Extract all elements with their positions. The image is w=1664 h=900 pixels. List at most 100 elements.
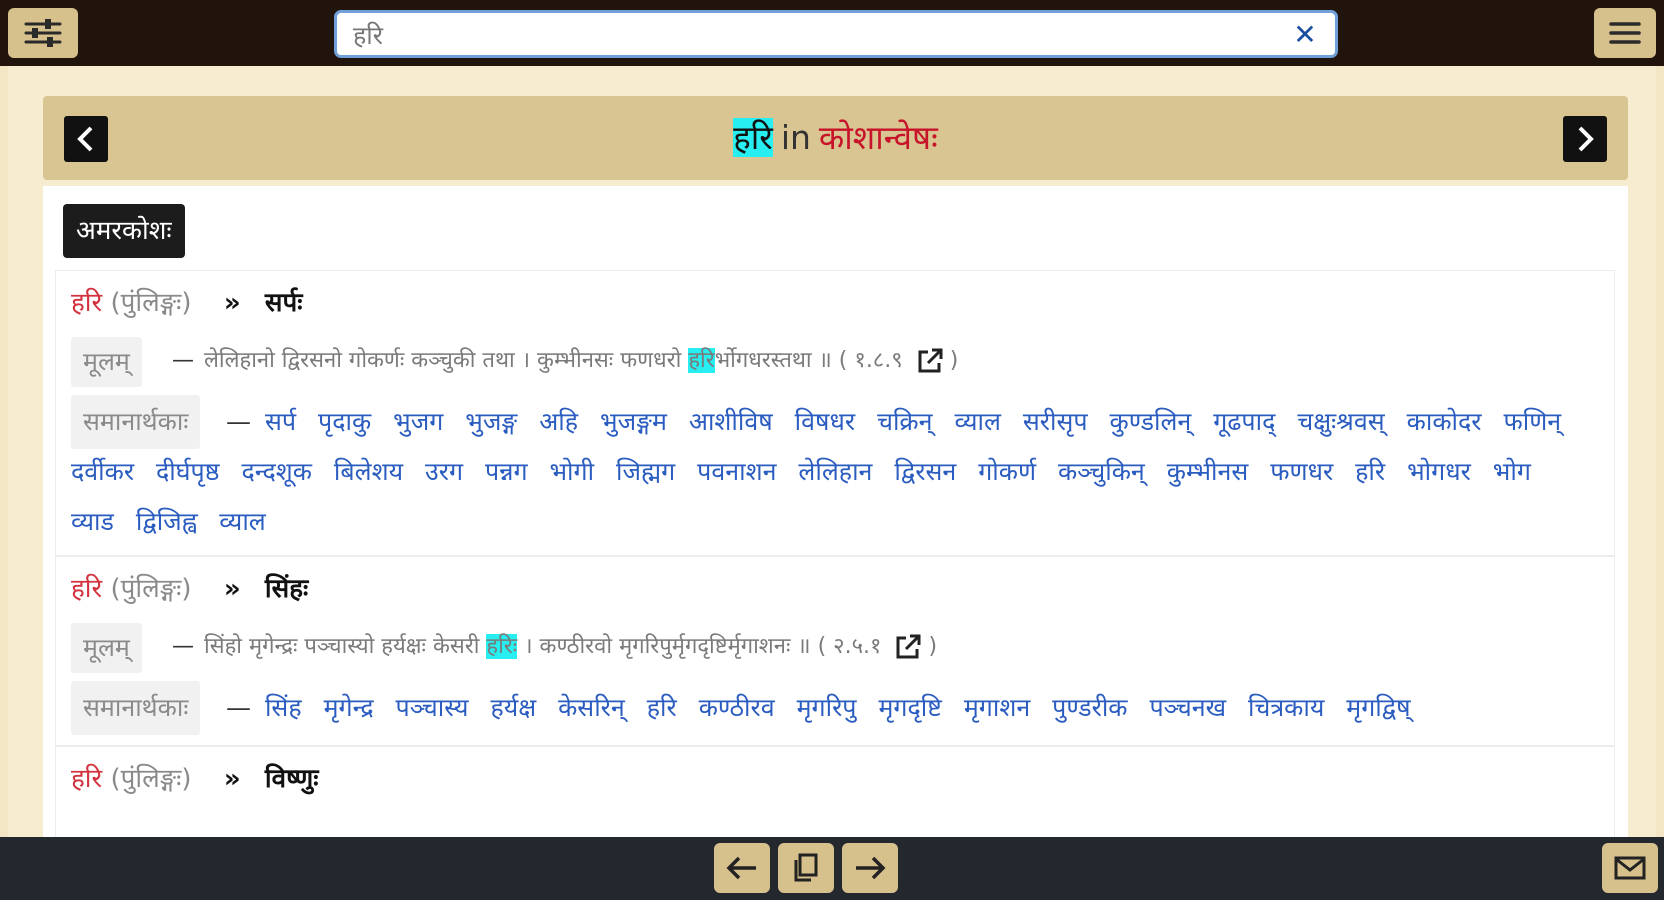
synonym-link[interactable]: मृगदृष्टि xyxy=(878,693,941,722)
synonym-link[interactable]: अहि xyxy=(539,407,578,436)
title-source: कोशान्वेषः xyxy=(818,118,938,157)
synonym-link[interactable]: विषधर xyxy=(795,407,855,436)
arrow-right-icon xyxy=(856,856,886,880)
entry-meaning[interactable]: सिंहः xyxy=(265,574,308,604)
entry-head: हरि (पुंलिङ्गः) » सर्पः xyxy=(71,285,303,321)
synonym-link[interactable]: गोकर्ण xyxy=(978,457,1036,486)
synonym-link[interactable]: भोगधर xyxy=(1407,457,1471,486)
synonym-link[interactable]: कुम्भीनस xyxy=(1167,457,1249,486)
arrows-icon: » xyxy=(223,288,241,318)
synonym-link[interactable]: मृगरिपु xyxy=(797,693,857,722)
synonym-link[interactable]: व्याल xyxy=(954,407,1000,436)
synonym-link[interactable]: जिह्मग xyxy=(616,457,675,486)
synonym-link[interactable]: फणधर xyxy=(1270,457,1333,486)
close-icon[interactable]: ✕ xyxy=(1289,19,1321,51)
entry-gender: (पुंलिङ्गः) xyxy=(110,288,192,318)
entry-gender: (पुंलिङ्गः) xyxy=(110,574,192,604)
page: हरि in कोशान्वेषः अमरकोशः हरि (पुंलिङ्गः) … xyxy=(8,66,1656,837)
next-button[interactable] xyxy=(1563,116,1607,162)
back-button[interactable] xyxy=(714,843,770,893)
synonym-link[interactable]: भुजङ्गम xyxy=(600,407,667,436)
synonym-link[interactable]: द्विरसन xyxy=(894,457,956,486)
entry-meaning[interactable]: सर्पः xyxy=(265,288,303,318)
synonym-link[interactable]: दर्वीकर xyxy=(71,457,134,486)
top-bar: ✕ xyxy=(0,0,1664,66)
synonym-link[interactable]: व्याल xyxy=(219,507,265,536)
synonym-link[interactable]: भुजङ्ग xyxy=(465,407,517,436)
synonym-link[interactable]: दन्दशूक xyxy=(241,457,311,486)
verse-dash: — xyxy=(172,634,194,659)
synonym-link[interactable]: पुण्डरीक xyxy=(1052,693,1127,722)
synonym-link[interactable]: मृगाशन xyxy=(964,693,1030,722)
copy-icon xyxy=(794,853,818,882)
synonym-link[interactable]: व्याड xyxy=(71,507,114,536)
synonym-link[interactable]: बिलेशय xyxy=(334,457,403,486)
title-term: हरि xyxy=(733,118,773,157)
synonym-link[interactable]: पन्नग xyxy=(485,457,528,486)
arrows-icon: » xyxy=(223,764,241,794)
external-link-icon[interactable] xyxy=(916,347,944,375)
settings-button[interactable] xyxy=(8,8,78,58)
menu-button[interactable] xyxy=(1594,8,1656,58)
verse-text-post: । कण्ठीरवो मृगरिपुर्मृगदृष्टिर्मृगाशनः ॥… xyxy=(517,634,882,659)
synonym-link[interactable]: हर्यक्ष xyxy=(490,693,536,722)
synonym-link[interactable]: चित्रकाय xyxy=(1248,693,1324,722)
synonym-link[interactable]: हरि xyxy=(1355,457,1385,486)
search-input[interactable] xyxy=(351,13,1275,57)
title-in: in xyxy=(780,118,811,157)
external-link-icon[interactable] xyxy=(894,633,922,661)
synonym-link[interactable]: कञ्चुकिन् xyxy=(1058,457,1145,486)
synonym-link[interactable]: द्विजिह्व xyxy=(136,507,197,536)
synonym-link[interactable]: पञ्चनख xyxy=(1149,693,1226,722)
chevron-right-icon xyxy=(1578,126,1594,152)
synonym-link[interactable]: हरि xyxy=(647,693,677,722)
forward-button[interactable] xyxy=(842,843,898,893)
synonym-link[interactable]: पवनाशन xyxy=(697,457,776,486)
synonym-link[interactable]: चक्षुःश्रवस् xyxy=(1297,407,1384,436)
synonym-link[interactable]: भोगी xyxy=(549,457,594,486)
synonym-link[interactable]: मृगद्विष् xyxy=(1346,693,1410,722)
synonym-link[interactable]: कुण्डलिन् xyxy=(1110,407,1192,436)
synonym-link[interactable]: दीर्घपृष्ठ xyxy=(156,457,219,486)
synonyms-dash: — xyxy=(226,693,259,722)
synonym-link[interactable]: चक्रिन् xyxy=(877,407,932,436)
synonym-link[interactable]: सर्प xyxy=(265,407,296,436)
synonym-link[interactable]: काकोदर xyxy=(1407,407,1482,436)
synonym-link[interactable]: आशीविष xyxy=(689,407,773,436)
synonyms-list: — सर्प पृदाकु भुजग भुजङ्ग अहि भुजङ्गम आश… xyxy=(71,397,1596,547)
synonym-link[interactable]: पञ्चास्य xyxy=(396,693,469,722)
entry-vishnu: हरि (पुंलिङ्गः) » विष्णुः xyxy=(55,746,1615,837)
synonym-link[interactable]: गूढपाद् xyxy=(1213,407,1275,436)
sliders-icon xyxy=(24,19,62,47)
copy-button[interactable] xyxy=(778,843,834,893)
arrows-icon: » xyxy=(223,574,241,604)
title-bar: हरि in कोशान्वेषः xyxy=(43,96,1628,180)
synonym-link[interactable]: लेलिहान xyxy=(798,457,872,486)
entry-head: हरि (पुंलिङ्गः) » विष्णुः xyxy=(71,761,319,797)
synonym-link[interactable]: कण्ठीरव xyxy=(699,693,775,722)
synonym-link[interactable]: सरीसृप xyxy=(1023,407,1088,436)
synonym-link[interactable]: उरग xyxy=(425,457,463,486)
synonym-link[interactable]: मृगेन्द्र xyxy=(324,693,374,722)
synonym-link[interactable]: भुजग xyxy=(393,407,443,436)
entry-gender: (पुंलिङ्गः) xyxy=(110,764,192,794)
synonym-link[interactable]: सिंह xyxy=(265,693,302,722)
synonym-link[interactable]: पृदाकु xyxy=(318,407,371,436)
verse-close: ) xyxy=(949,348,959,373)
synonym-link[interactable]: केसरिन् xyxy=(558,693,625,722)
mulam-label: मूलम् xyxy=(71,337,142,387)
dictionary-badge: अमरकोशः xyxy=(63,204,185,258)
page-title: हरि in कोशान्वेषः xyxy=(43,116,1628,160)
entry-meaning[interactable]: विष्णुः xyxy=(265,764,319,794)
entry-word[interactable]: हरि xyxy=(71,574,102,604)
synonym-link[interactable]: भोग xyxy=(1493,457,1531,486)
mail-icon xyxy=(1614,856,1646,880)
verse-line: — सिंहो मृगेन्द्रः पञ्चास्यो हर्यक्षः केस… xyxy=(172,627,937,667)
entry-word[interactable]: हरि xyxy=(71,764,102,794)
mail-button[interactable] xyxy=(1602,843,1658,893)
synonym-link[interactable]: फणिन् xyxy=(1503,407,1561,436)
results-panel: अमरकोशः हरि (पुंलिङ्गः) » सर्पः मूलम् — ल… xyxy=(43,186,1628,837)
entry-word[interactable]: हरि xyxy=(71,288,102,318)
hamburger-menu-icon xyxy=(1609,22,1641,44)
verse-text: लेलिहानो द्विरसनो गोकर्णः कञ्चुकी तथा । … xyxy=(204,348,689,373)
